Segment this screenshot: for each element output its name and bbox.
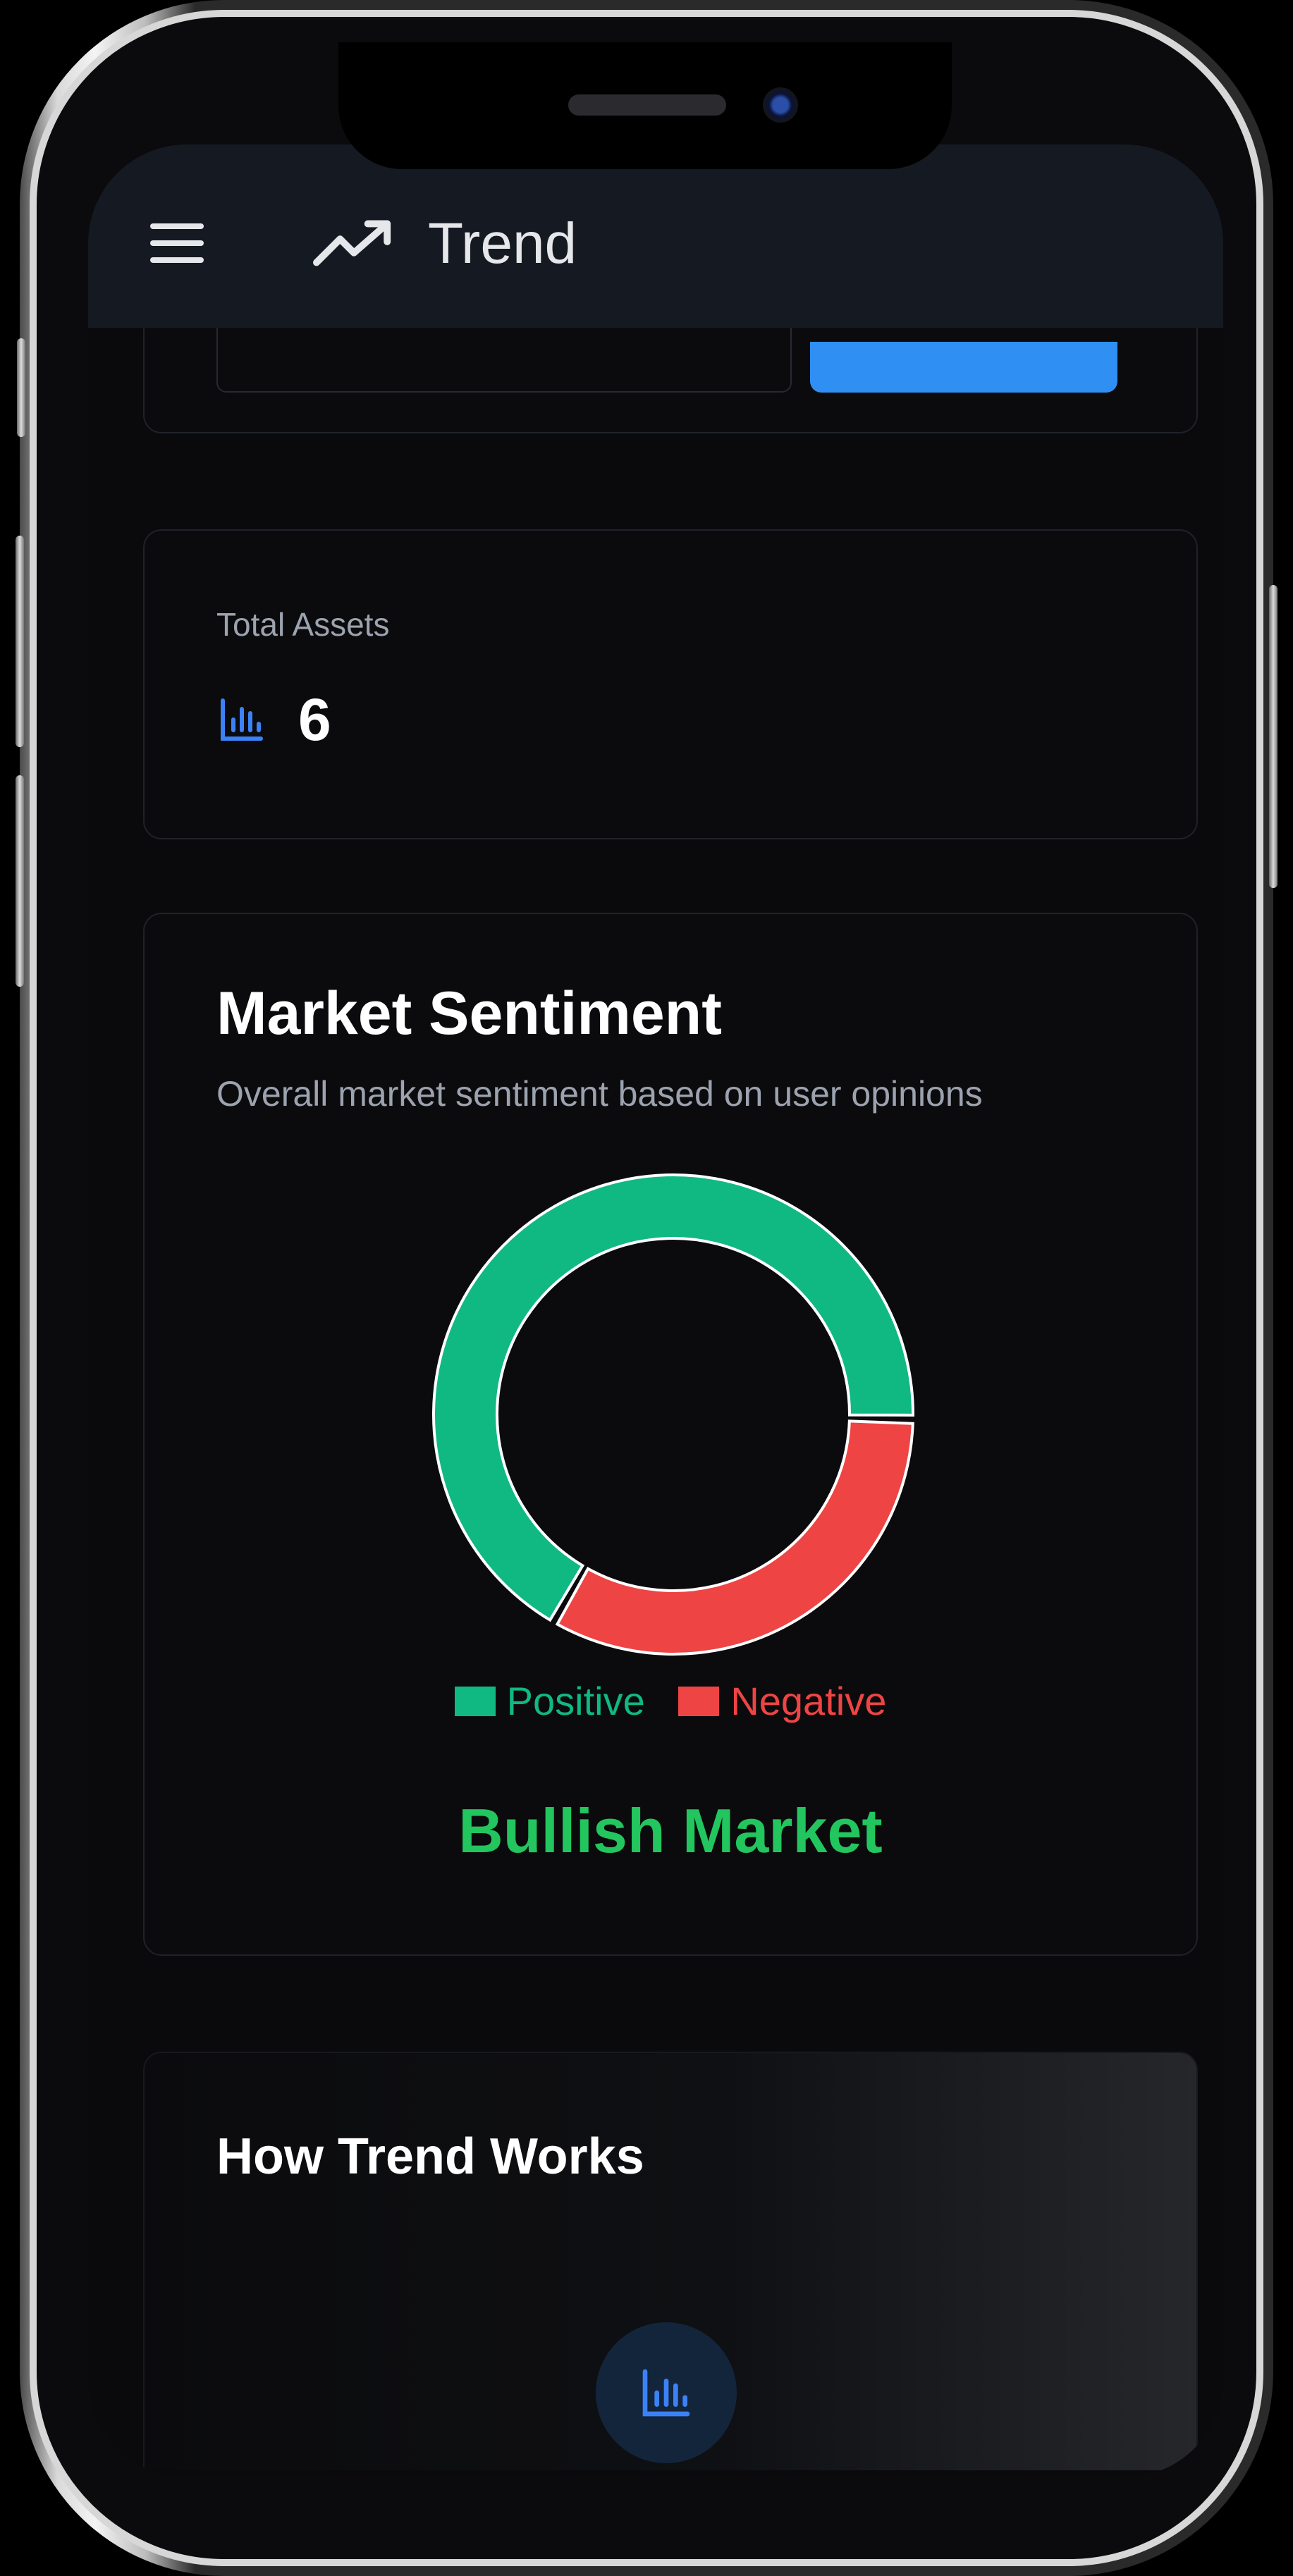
front-camera <box>763 87 798 123</box>
power-button <box>1269 585 1277 888</box>
total-assets-value: 6 <box>298 686 331 753</box>
market-sentiment-card: Market Sentiment Overall market sentimen… <box>143 913 1198 1956</box>
silent-switch <box>17 338 25 437</box>
how-it-works-title: How Trend Works <box>216 2128 644 2185</box>
submit-button[interactable] <box>810 342 1117 393</box>
legend-label-positive: Positive <box>506 1679 645 1723</box>
legend-swatch-negative <box>678 1686 720 1716</box>
bar-chart-icon <box>642 2369 690 2417</box>
sentiment-donut-chart <box>432 1173 914 1656</box>
app-header: Trend <box>88 144 1223 328</box>
legend-item-negative[interactable]: Negative <box>678 1678 886 1724</box>
market-verdict: Bullish Market <box>458 1796 883 1866</box>
volume-up-button <box>16 536 24 747</box>
total-assets-label: Total Assets <box>216 606 390 643</box>
volume-down-button <box>16 775 24 987</box>
hamburger-menu-icon[interactable] <box>150 223 207 266</box>
app-screen: Total Assets 6 Market Sentiment Overall … <box>88 144 1223 2477</box>
donut-slice-negative[interactable] <box>555 1419 914 1656</box>
chart-fab-button[interactable] <box>596 2322 737 2463</box>
sentiment-title: Market Sentiment <box>216 980 722 1047</box>
legend-swatch-positive <box>454 1686 496 1716</box>
app-title: Trend <box>428 211 577 276</box>
trending-up-icon <box>312 220 391 266</box>
earpiece-speaker <box>568 94 726 116</box>
search-input[interactable] <box>216 328 792 393</box>
bar-chart-icon <box>221 698 263 741</box>
legend-item-positive[interactable]: Positive <box>454 1678 645 1724</box>
total-assets-card: Total Assets 6 <box>143 529 1198 839</box>
sentiment-subtitle: Overall market sentiment based on user o… <box>216 1074 983 1114</box>
chart-legend: Positive Negative <box>145 1678 1196 1725</box>
legend-label-negative: Negative <box>730 1679 887 1723</box>
screen-bottom-edge <box>88 2470 1223 2477</box>
